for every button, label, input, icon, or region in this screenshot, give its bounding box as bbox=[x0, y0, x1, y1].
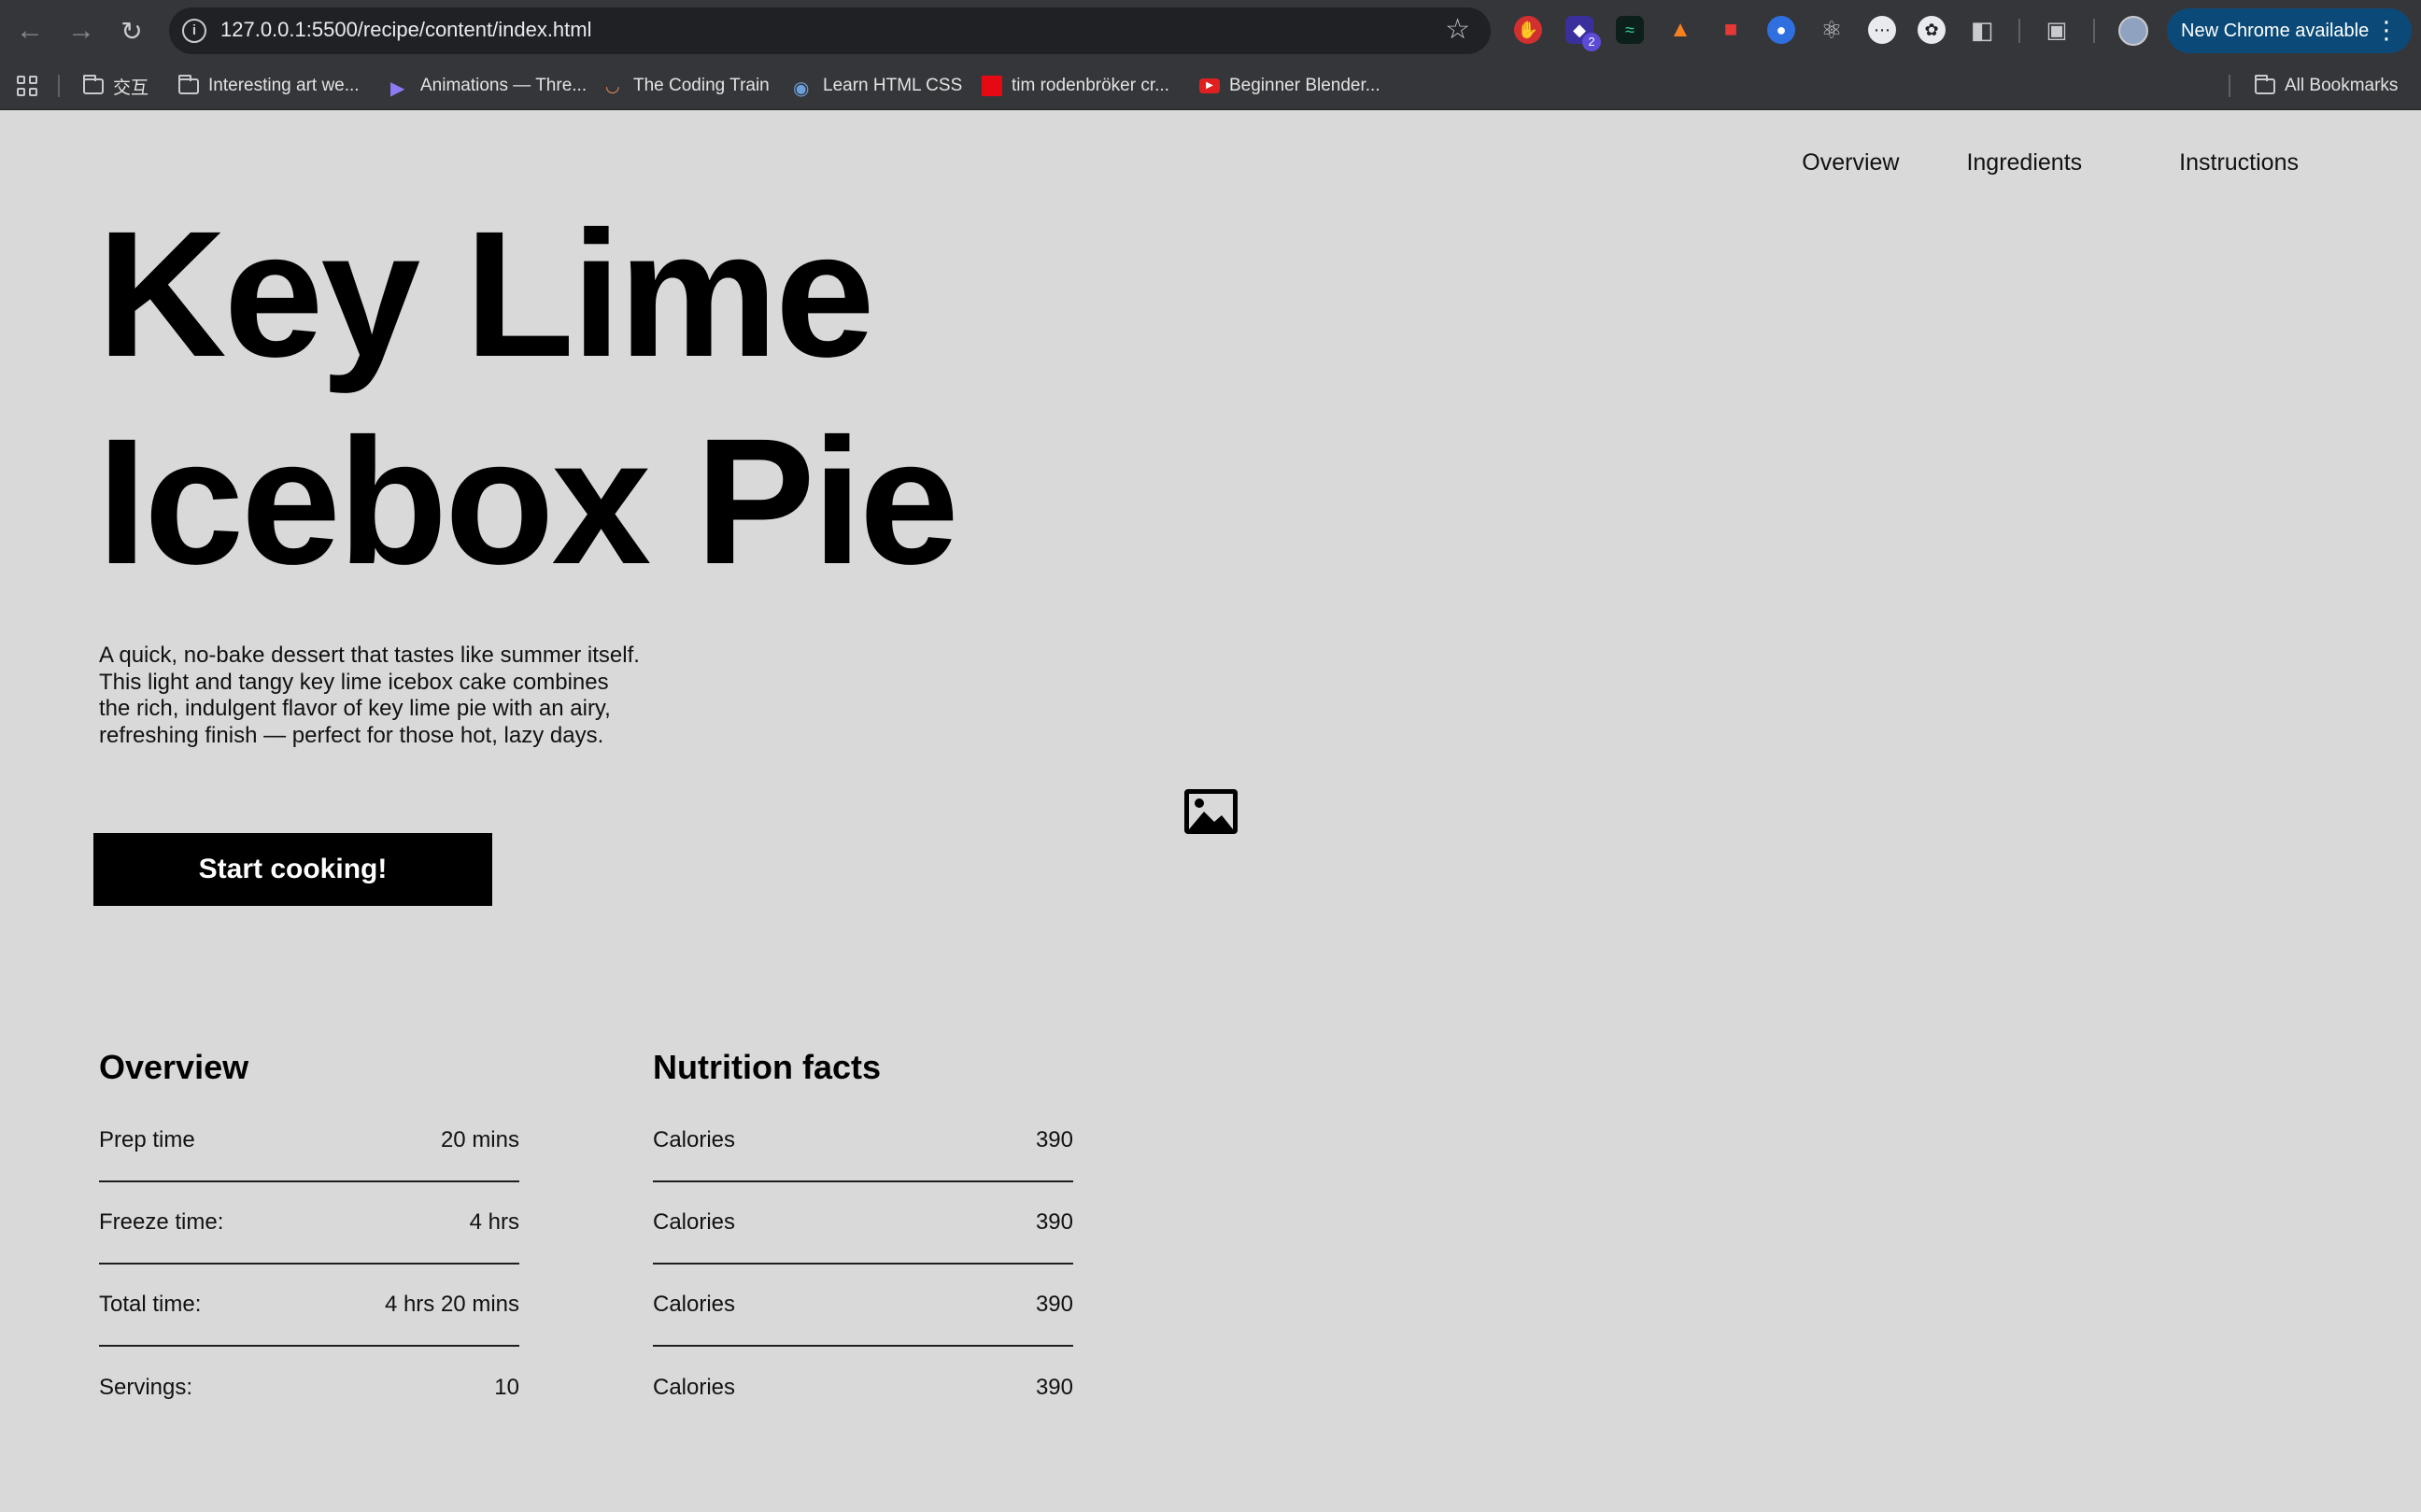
extension-cube-icon[interactable]: ◆ 2 bbox=[1565, 16, 1601, 51]
bookmark-star-icon[interactable]: ☆ bbox=[1445, 13, 1470, 46]
extension-cookie-icon[interactable]: ✿ bbox=[1918, 16, 1946, 44]
bookmark-label: 交互 bbox=[113, 78, 149, 98]
toolbar-divider bbox=[2018, 19, 2020, 43]
overview-table: Prep time 20 mins Freeze time: 4 hrs Tot… bbox=[99, 1100, 519, 1429]
extension-wave-icon[interactable]: ≈ bbox=[1616, 16, 1644, 44]
row-label: Calories bbox=[653, 1375, 736, 1400]
globe-icon: ◉ bbox=[793, 78, 810, 99]
bookmark-folder-art[interactable]: Interesting art we... bbox=[178, 73, 360, 99]
recipe-page: Overview Ingredients Instructions Key Li… bbox=[0, 110, 2421, 1512]
back-arrow-icon[interactable]: ← bbox=[12, 13, 48, 49]
extension-lock-icon[interactable]: ■ bbox=[1717, 16, 1745, 44]
table-row: Servings: 10 bbox=[99, 1347, 519, 1429]
url-text[interactable]: 127.0.0.1:5500/recipe/content/index.html bbox=[220, 18, 592, 42]
youtube-icon: ▶ bbox=[1199, 78, 1220, 93]
extension-fox-icon[interactable]: ▲ bbox=[1666, 16, 1694, 44]
extension-circle-icon[interactable]: ● bbox=[1767, 16, 1795, 44]
row-label: Prep time bbox=[99, 1127, 195, 1152]
page-title-line1: Key Lime bbox=[97, 193, 875, 394]
bookmarks-divider bbox=[2229, 75, 2230, 97]
bookmark-label: Beginner Blender... bbox=[1229, 76, 1380, 95]
extension-badge: 2 bbox=[1582, 33, 1601, 51]
bookmark-folder-jiaohu[interactable]: 交互 bbox=[83, 73, 149, 99]
row-label: Calories bbox=[653, 1127, 736, 1152]
folder-icon bbox=[83, 74, 104, 94]
table-row: Calories 390 bbox=[653, 1347, 1073, 1429]
all-bookmarks-label: All Bookmarks bbox=[2285, 76, 2399, 95]
start-cooking-button[interactable]: Start cooking! bbox=[93, 833, 492, 906]
threejs-icon: ▶ bbox=[390, 78, 405, 99]
bookmarks-divider bbox=[58, 75, 60, 97]
nav-link-ingredients[interactable]: Ingredients bbox=[1966, 149, 2082, 177]
image-icon bbox=[1184, 789, 1238, 834]
table-row: Calories 390 bbox=[653, 1265, 1073, 1347]
table-row: Calories 390 bbox=[653, 1100, 1073, 1182]
table-row: Calories 390 bbox=[653, 1182, 1073, 1265]
row-label: Freeze time: bbox=[99, 1209, 224, 1235]
row-value: 20 mins bbox=[440, 1127, 519, 1152]
row-value: 4 hrs bbox=[469, 1209, 519, 1235]
site-nav: Overview Ingredients Instructions bbox=[1802, 149, 2299, 177]
row-value: 10 bbox=[494, 1375, 519, 1400]
apps-grid-icon[interactable] bbox=[17, 76, 37, 96]
red-square-icon bbox=[982, 76, 1002, 96]
row-label: Calories bbox=[653, 1209, 736, 1235]
profile-avatar[interactable] bbox=[2118, 16, 2148, 46]
bookmark-animations[interactable]: ▶ Animations — Thre... bbox=[390, 73, 587, 99]
nav-link-instructions[interactable]: Instructions bbox=[2179, 149, 2299, 177]
nutrition-table: Calories 390 Calories 390 Calories 390 C… bbox=[653, 1100, 1073, 1429]
row-label: Servings: bbox=[99, 1375, 193, 1400]
extension-dots-icon[interactable]: ⋯ bbox=[1868, 16, 1896, 44]
page-title-line2: Icebox Pie bbox=[97, 401, 959, 601]
extension-red-hand-icon[interactable]: ✋ bbox=[1514, 16, 1542, 44]
row-value: 390 bbox=[1035, 1292, 1073, 1317]
table-row: Prep time 20 mins bbox=[99, 1100, 519, 1182]
table-row: Freeze time: 4 hrs bbox=[99, 1182, 519, 1265]
bookmark-learn-html-css[interactable]: ◉ Learn HTML CSS bbox=[793, 73, 962, 99]
bookmark-label: Animations — Thre... bbox=[420, 76, 588, 95]
site-info-icon[interactable]: i bbox=[182, 19, 206, 43]
row-value: 4 hrs 20 mins bbox=[384, 1292, 519, 1317]
toolbar-divider bbox=[2093, 19, 2095, 43]
bookmark-label: Learn HTML CSS bbox=[823, 76, 963, 95]
nav-link-overview[interactable]: Overview bbox=[1802, 149, 1899, 177]
update-chrome-button[interactable]: New Chrome available ⋮ bbox=[2167, 8, 2412, 53]
rainbow-icon: ◡ bbox=[605, 77, 620, 95]
extension-react-icon[interactable]: ⚛ bbox=[1818, 16, 1846, 44]
bookmark-label: Interesting art we... bbox=[208, 76, 360, 95]
bookmark-label: tim rodenbröker cr... bbox=[1012, 76, 1169, 95]
recipe-description: A quick, no-bake dessert that tastes lik… bbox=[99, 643, 640, 748]
page-title: Key Lime Icebox Pie bbox=[97, 191, 1125, 605]
forward-arrow-icon[interactable]: → bbox=[64, 13, 99, 49]
folder-icon bbox=[2255, 74, 2275, 94]
overview-title: Overview bbox=[99, 1048, 249, 1086]
table-row: Total time: 4 hrs 20 mins bbox=[99, 1265, 519, 1347]
bookmark-tim-rodenbroker[interactable]: tim rodenbröker cr... bbox=[982, 73, 1169, 99]
row-value: 390 bbox=[1035, 1209, 1073, 1235]
row-label: Total time: bbox=[99, 1292, 202, 1317]
tab-search-icon[interactable]: ▣ bbox=[2043, 16, 2071, 44]
menu-dots-icon: ⋮ bbox=[2374, 16, 2399, 44]
address-bar[interactable]: i 127.0.0.1:5500/recipe/content/index.ht… bbox=[169, 7, 1491, 54]
all-bookmarks-folder[interactable]: All Bookmarks bbox=[2255, 73, 2398, 99]
bookmark-coding-train[interactable]: ◡ The Coding Train bbox=[605, 73, 770, 99]
folder-icon bbox=[178, 74, 199, 94]
row-label: Calories bbox=[653, 1292, 736, 1317]
nutrition-title: Nutrition facts bbox=[653, 1048, 882, 1086]
reload-icon[interactable]: ↻ bbox=[114, 13, 149, 49]
extensions-puzzle-icon[interactable]: ◧ bbox=[1968, 16, 1996, 44]
bookmark-label: The Coding Train bbox=[633, 76, 770, 95]
row-value: 390 bbox=[1035, 1127, 1073, 1152]
update-chrome-label: New Chrome available bbox=[2181, 20, 2370, 41]
browser-toolbar: ← → ↻ i 127.0.0.1:5500/recipe/content/in… bbox=[0, 0, 2421, 62]
row-value: 390 bbox=[1035, 1375, 1073, 1400]
bookmark-beginner-blender[interactable]: ▶ Beginner Blender... bbox=[1199, 73, 1380, 99]
